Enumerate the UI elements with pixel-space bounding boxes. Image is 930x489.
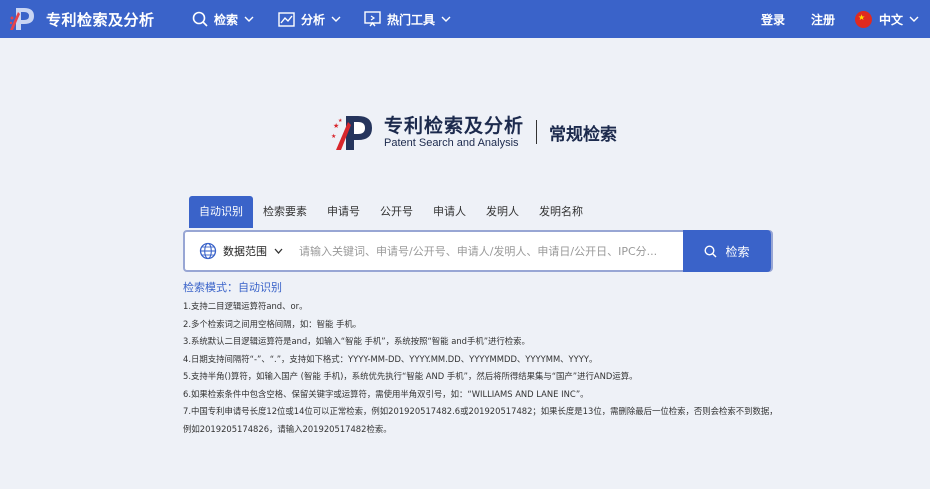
- hero-title-en: Patent Search and Analysis: [384, 136, 519, 149]
- data-scope-dropdown[interactable]: 数据范围: [185, 242, 289, 260]
- patent-logo-icon: [9, 8, 34, 30]
- tip-line: 3.系统默认二目逻辑运算符是and，如输入“智能 手机”，系统按照“智能 and…: [183, 336, 530, 346]
- tip-line: 5.支持半角()算符，如输入国产 (智能 手机)，系统优先执行“智能 AND 手…: [183, 371, 638, 381]
- search-input[interactable]: [289, 233, 677, 269]
- nav-search-label: 检索: [214, 12, 239, 27]
- search-button-label: 检索: [725, 244, 750, 259]
- language-switcher[interactable]: ★ 中文: [855, 0, 919, 38]
- svg-text:★: ★: [331, 133, 336, 140]
- brand-name: 专利检索及分析: [46, 10, 155, 29]
- data-scope-label: 数据范围: [223, 245, 267, 258]
- register-link[interactable]: 注册: [811, 0, 835, 38]
- login-link[interactable]: 登录: [761, 0, 785, 38]
- tab-auto-identify[interactable]: 自动识别: [189, 196, 253, 228]
- nav-analysis[interactable]: 分析: [278, 0, 341, 38]
- tip-line: 1.支持二目逻辑运算符and、or。: [183, 301, 308, 311]
- nav-analysis-label: 分析: [301, 12, 326, 27]
- nav-search[interactable]: 检索: [192, 0, 254, 38]
- tip-line: 6.如果检索条件中包含空格、保留关键字或运算符，需使用半角双引号，如：“WILL…: [183, 388, 589, 399]
- hero-title-group: 专利检索及分析 Patent Search and Analysis: [384, 115, 524, 150]
- tip-line: 4.日期支持间隔符“-”、“.”，支持如下格式：YYYY-MM-DD、YYYY.…: [183, 353, 598, 364]
- tab-publication-number[interactable]: 公开号: [370, 196, 423, 228]
- search-mode-indicator: 检索模式：自动识别: [183, 281, 282, 294]
- chevron-down-icon: [441, 16, 451, 22]
- tip-line: 2.多个检索词之间用空格间隔，如：智能 手机。: [183, 318, 362, 329]
- chevron-down-icon: [331, 16, 341, 22]
- search-box: 数据范围 检索: [183, 230, 773, 272]
- search-button[interactable]: 检索: [683, 230, 771, 272]
- chevron-down-icon: [909, 16, 919, 22]
- tip-line: 7.中国专利申请号长度12位或14位可以正常检索，例如201920517482.…: [183, 406, 778, 434]
- monitor-icon: [364, 11, 381, 27]
- globe-icon: [199, 242, 217, 260]
- tab-application-number[interactable]: 申请号: [317, 196, 370, 228]
- hero-title-cn: 专利检索及分析: [384, 114, 525, 137]
- hero-banner: ★ ★ ★ 专利检索及分析 Patent Search and Analysis…: [330, 112, 640, 152]
- hero-divider: [536, 120, 538, 144]
- chevron-down-icon: [244, 16, 254, 22]
- language-label: 中文: [879, 12, 904, 27]
- top-navigation-bar: 专利检索及分析 检索 分析 热门工具 登录 注册 ★ 中文: [0, 0, 930, 38]
- search-icon: [704, 244, 717, 257]
- chart-icon: [278, 11, 295, 27]
- china-flag-icon: ★: [855, 10, 872, 28]
- search-tips: 1.支持二目逻辑运算符and、or。 2.多个检索词之间用空格间隔，如：智能 手…: [183, 298, 783, 438]
- search-icon: [192, 11, 208, 27]
- tab-inventor[interactable]: 发明人: [476, 196, 529, 228]
- tab-search-elements[interactable]: 检索要素: [253, 196, 317, 228]
- brand[interactable]: 专利检索及分析: [8, 0, 155, 38]
- tab-invention-title[interactable]: 发明名称: [529, 196, 593, 228]
- svg-text:★: ★: [338, 118, 343, 124]
- patent-logo-icon: ★ ★ ★: [331, 116, 372, 150]
- search-mode-title: 常规检索: [549, 124, 618, 145]
- chevron-down-icon: [274, 248, 283, 254]
- nav-tools[interactable]: 热门工具: [364, 0, 451, 38]
- tab-applicant[interactable]: 申请人: [423, 196, 476, 228]
- search-tabs: 自动识别 检索要素 申请号 公开号 申请人 发明人 发明名称: [189, 196, 593, 228]
- nav-tools-label: 热门工具: [387, 12, 436, 27]
